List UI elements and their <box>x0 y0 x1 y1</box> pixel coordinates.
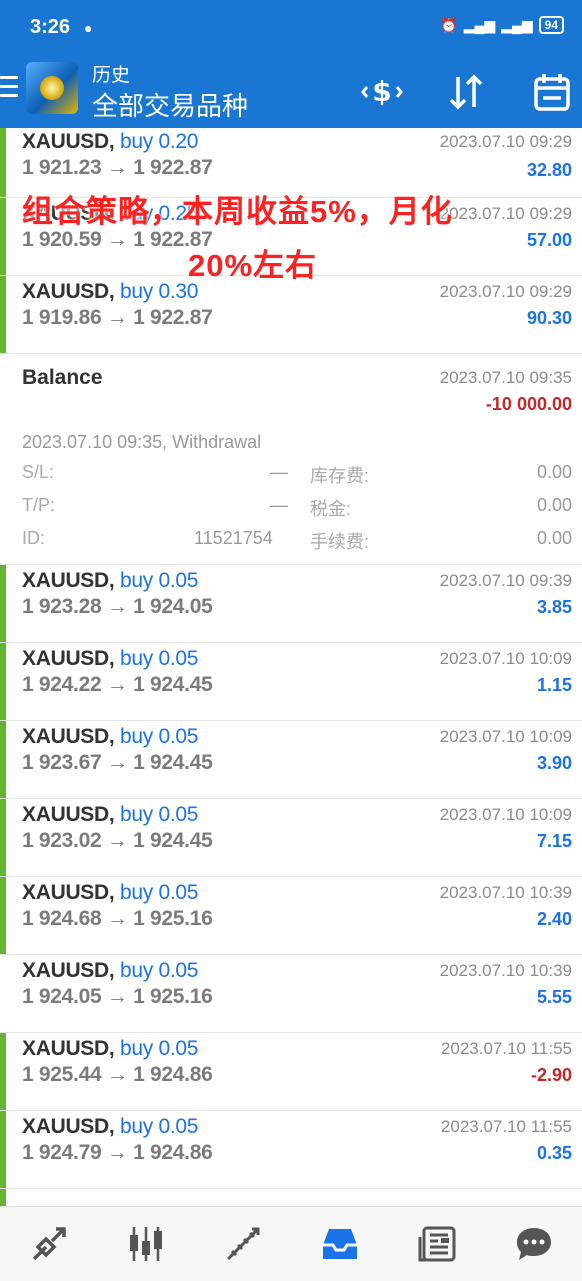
trade-row[interactable]: XAUUSD, buy 0.05 1 923.02 → 1 924.45 202… <box>0 799 582 877</box>
id-value: 11521754 <box>194 528 273 548</box>
history-icon[interactable] <box>310 1214 370 1274</box>
trade-profit: 2.40 <box>536 909 572 929</box>
trade-row[interactable]: XAUUSD, buy 0.05 1 923.28 → 1 924.05 202… <box>0 565 582 643</box>
sl-value: — <box>270 462 288 482</box>
tax-label: 税金: <box>310 499 352 519</box>
trade-profit: 5.55 <box>536 987 572 1007</box>
trade-profit: 0.35 <box>536 1143 572 1163</box>
balance-title: Balance <box>22 366 103 389</box>
trade-symbol: XAUUSD, buy 0.05 <box>22 1037 199 1060</box>
trade-row[interactable] <box>0 1189 582 1206</box>
alarm-icon: ⏰ <box>440 16 458 33</box>
trade-symbol: XAUUSD, buy 0.30 <box>22 280 199 303</box>
trade-symbol: XAUUSD, buy 0.05 <box>22 647 199 670</box>
swap-value: 0.00 <box>536 462 572 482</box>
trade-date: 2023.07.10 09:29 <box>439 132 572 151</box>
balance-date: 2023.07.10 09:35 <box>439 368 572 387</box>
trade-date: 2023.07.10 10:39 <box>439 883 572 902</box>
signal-icon-2: ▂▄▆ <box>501 16 533 33</box>
trade-date: 2023.07.10 10:09 <box>439 727 572 746</box>
trade-symbol: XAUUSD, buy 0.05 <box>22 569 199 592</box>
trade-row[interactable]: XAUUSD, buy 0.30 1 919.86 → 1 922.87 202… <box>0 276 582 354</box>
trade-prices: 1 919.86 → 1 922.87 <box>22 306 213 329</box>
symbol-filter[interactable]: 全部交易品种 <box>92 86 248 123</box>
notification-icon: ● <box>84 20 93 36</box>
overlay-caption-line1: 组合策略，本周收益5%，月化 <box>22 194 453 229</box>
tp-value: — <box>270 495 288 515</box>
trade-date: 2023.07.10 09:39 <box>439 571 572 590</box>
trade-row[interactable]: XAUUSD, buy 0.05 1 923.67 → 1 924.45 202… <box>0 721 582 799</box>
trade-symbol: XAUUSD, buy 0.05 <box>22 881 199 904</box>
trade-date: 2023.07.10 10:39 <box>439 961 572 980</box>
trade-row[interactable]: XAUUSD, buy 0.05 1 924.79 → 1 924.86 202… <box>0 1111 582 1189</box>
trade-row[interactable]: XAUUSD, buy 0.05 1 924.68 → 1 925.16 202… <box>0 877 582 955</box>
menu-icon[interactable] <box>0 76 18 98</box>
trade-date: 2023.07.10 11:55 <box>440 1117 572 1136</box>
trade-symbol: XAUUSD, buy 0.05 <box>22 803 199 826</box>
trade-date: 2023.07.10 09:29 <box>439 204 572 223</box>
bottom-nav <box>0 1206 582 1281</box>
overlay-caption-line2: 20%左右 <box>188 248 318 283</box>
trade-symbol: XAUUSD, buy 0.05 <box>22 725 199 748</box>
swap-label: 库存费: <box>310 466 370 486</box>
trade-profit: 32.80 <box>526 160 572 180</box>
tax-value: 0.00 <box>536 495 572 515</box>
balance-subtitle: 2023.07.10 09:35, Withdrawal <box>22 432 262 452</box>
trade-prices: 1 921.23 → 1 922.87 <box>22 156 213 179</box>
trade-profit: 1.15 <box>536 675 572 695</box>
fee-value: 0.00 <box>536 528 572 548</box>
trade-profit: 57.00 <box>526 230 572 250</box>
calendar-icon[interactable] <box>530 70 574 114</box>
trade-symbol: XAUUSD, buy 0.05 <box>22 959 199 982</box>
trade-row[interactable]: XAUUSD, buy 0.05 1 925.44 → 1 924.86 202… <box>0 1033 582 1111</box>
sl-label: S/L: <box>22 462 55 482</box>
balance-amount: -10 000.00 <box>485 394 572 414</box>
trade-prices: 1 923.02 → 1 924.45 <box>22 829 213 852</box>
status-time: 3:26 <box>30 16 71 38</box>
chat-icon[interactable] <box>504 1214 564 1274</box>
svg-text:$: $ <box>372 75 391 108</box>
trade-date: 2023.07.10 09:29 <box>439 282 572 301</box>
chart-icon[interactable] <box>116 1214 176 1274</box>
trade-row[interactable]: XAUUSD, buy 0.05 1 924.05 → 1 925.16 202… <box>0 955 582 1033</box>
trade-prices: 1 924.22 → 1 924.45 <box>22 673 213 696</box>
page-title: 历史 <box>92 65 131 86</box>
battery-icon: 94 <box>538 16 564 34</box>
fee-label: 手续费: <box>310 532 370 552</box>
trade-prices: 1 924.68 → 1 925.16 <box>22 907 213 930</box>
news-icon[interactable] <box>407 1214 467 1274</box>
trade-date: 2023.07.10 10:09 <box>439 805 572 824</box>
status-bar: 3:26 ● ⏰ ▂▄▆ ▂▄▆ 94 <box>0 0 582 56</box>
status-icons: ⏰ ▂▄▆ ▂▄▆ 94 <box>440 16 564 34</box>
trade-date: 2023.07.10 11:55 <box>440 1039 572 1058</box>
trade-profit: 3.90 <box>536 753 572 773</box>
trade-profit: 7.15 <box>536 831 572 851</box>
balance-row[interactable]: Balance 2023.07.10 09:35 -10 000.00 2023… <box>0 354 582 565</box>
currency-icon[interactable]: $ <box>360 70 404 114</box>
trade-profit: 3.85 <box>536 597 572 617</box>
quotes-icon[interactable] <box>19 1214 79 1274</box>
history-list[interactable]: XAUUSD, buy 0.20 1 921.23 → 1 922.87 202… <box>0 128 582 1206</box>
trade-symbol: XAUUSD, buy 0.05 <box>22 1115 199 1138</box>
trade-date: 2023.07.10 10:09 <box>439 649 572 668</box>
trade-symbol: XAUUSD, buy 0.20 <box>22 130 199 153</box>
trade-prices: 1 924.79 → 1 924.86 <box>22 1141 213 1164</box>
top-bar: 3:26 ● ⏰ ▂▄▆ ▂▄▆ 94 历史 全部交易品种 $ <box>0 0 582 128</box>
app-bar: 历史 全部交易品种 $ <box>0 56 582 128</box>
app-logo <box>26 62 78 114</box>
trade-prices: 1 924.05 → 1 925.16 <box>22 985 213 1008</box>
trade-prices: 1 925.44 → 1 924.86 <box>22 1063 213 1086</box>
trade-prices: 1 920.59 → 1 922.87 <box>22 228 213 251</box>
tp-label: T/P: <box>22 495 56 515</box>
trade-profit: 90.30 <box>526 308 572 328</box>
trade-row[interactable]: XAUUSD, buy 0.05 1 924.22 → 1 924.45 202… <box>0 643 582 721</box>
trade-profit: -2.90 <box>530 1065 572 1085</box>
id-label: ID: <box>22 528 46 548</box>
trade-prices: 1 923.28 → 1 924.05 <box>22 595 213 618</box>
sort-icon[interactable] <box>444 70 488 114</box>
trade-prices: 1 923.67 → 1 924.45 <box>22 751 213 774</box>
signal-icon: ▂▄▆ <box>463 16 496 33</box>
trade-icon[interactable] <box>213 1214 273 1274</box>
